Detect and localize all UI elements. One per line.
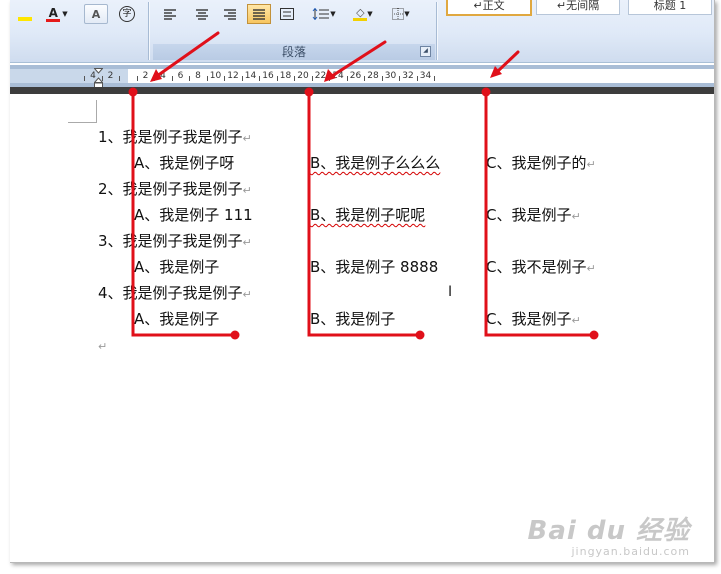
word-window: A ▼ A 字 ▼ ◇ ▼ ▼ 段落 ◢ ↵正文 ↵无间隔 标题 1 4 2 2… bbox=[10, 0, 715, 563]
annotation-arrow-1 bbox=[155, 31, 220, 78]
annotation-bracket-a bbox=[131, 90, 237, 337]
annotation-arrow-2 bbox=[330, 40, 387, 78]
annotation-bracket-c bbox=[484, 90, 596, 337]
annotation-overlay bbox=[128, 31, 599, 340]
annotation-bracket-b bbox=[307, 90, 422, 337]
annotation-arrow-3 bbox=[496, 50, 520, 73]
